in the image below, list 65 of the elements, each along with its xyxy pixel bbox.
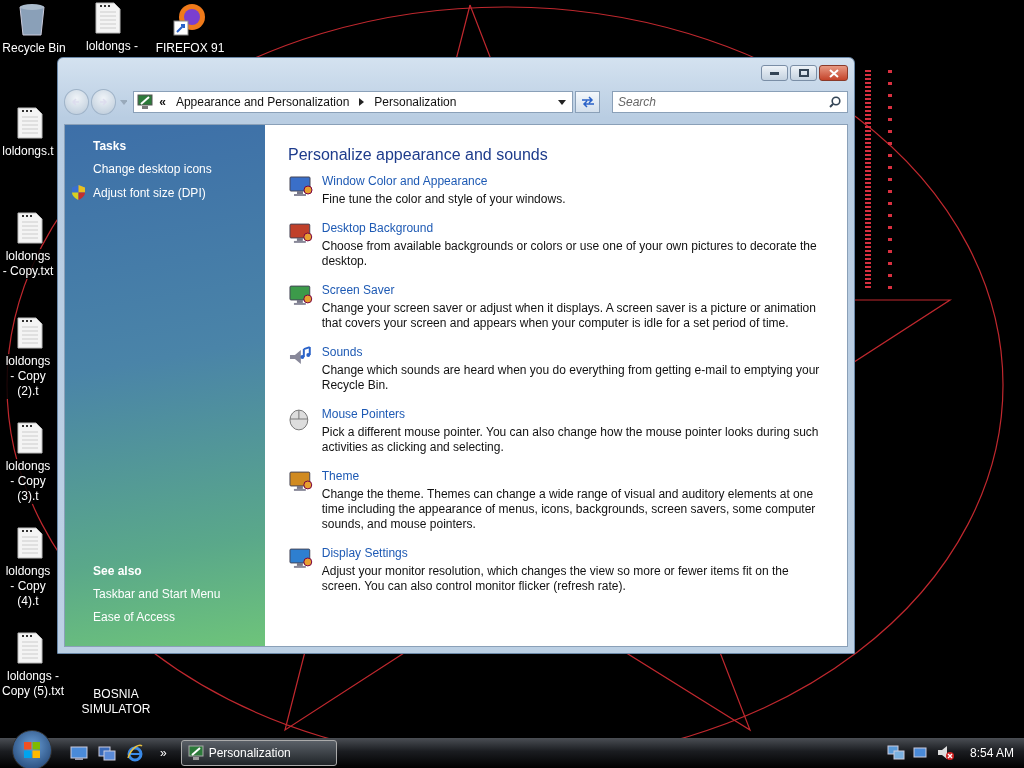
desktop-icon-label[interactable]: loldongs.t	[0, 144, 56, 159]
dropdown-caret-icon[interactable]	[558, 99, 567, 105]
browser-shortcut-icon[interactable]	[173, 2, 207, 36]
close-icon	[828, 68, 839, 78]
text-document-icon[interactable]	[17, 527, 43, 559]
text-document-icon[interactable]	[17, 317, 43, 349]
task-link[interactable]: Adjust font size (DPI)	[93, 185, 206, 200]
settings-description: Adjust your monitor resolution, which changes the view so more or fewer items fit on the screen. You can also control monitor flicker (refresh rate).	[321, 564, 790, 594]
monitor-icon[interactable]	[288, 546, 314, 570]
browser-icon[interactable]	[126, 744, 144, 762]
switch-windows-icon[interactable]	[98, 745, 116, 761]
forward-arrow-icon	[98, 97, 109, 107]
see-also-heading: See also	[92, 564, 143, 578]
recycle-bin-icon[interactable]	[17, 2, 47, 36]
text-document-icon[interactable]	[17, 422, 43, 454]
breadcrumb-overflow[interactable]: «	[159, 95, 166, 109]
text-document-icon[interactable]	[17, 212, 43, 244]
settings-description: Pick a different mouse pointer. You can also change how the mouse pointer looks during such activities as clicking and selecting.	[321, 425, 820, 455]
search-field[interactable]: Search	[612, 91, 848, 113]
task-pane-heading: Tasks	[92, 139, 128, 153]
desktop-icon-label[interactable]: loldongs - Copy.txt	[0, 249, 56, 279]
address-bar[interactable]: « Appearance and Personalization Personalization	[133, 91, 574, 113]
settings-link[interactable]: Display Settings	[321, 546, 831, 560]
back-arrow-icon	[71, 97, 82, 107]
clock[interactable]: 8:54 AM	[969, 746, 1014, 760]
network-computers-icon[interactable]	[886, 745, 905, 761]
breadcrumb[interactable]: Personalization	[374, 95, 457, 109]
show-desktop-icon[interactable]	[70, 745, 88, 761]
breadcrumb-separator-icon[interactable]	[359, 98, 365, 106]
shield-icon	[72, 185, 85, 200]
start-button[interactable]	[12, 730, 52, 768]
search-icon	[829, 96, 841, 108]
settings-description: Change which sounds are heard when you do everything from getting e-mail to emptying your Recycle Bin.	[321, 363, 821, 393]
settings-description: Fine tune the color and style of your windows.	[322, 192, 566, 207]
breadcrumb[interactable]: Appearance and Personalization	[175, 95, 350, 109]
text-document-icon[interactable]	[17, 632, 43, 664]
text-document-icon[interactable]	[95, 2, 121, 34]
desktop-icon-label[interactable]: loldongs - Copy (5).txt	[0, 669, 66, 699]
minimize-button[interactable]	[761, 65, 788, 81]
settings-link[interactable]: Sounds	[321, 345, 831, 359]
control-panel-monitor-icon	[137, 94, 154, 110]
control-panel-monitor-icon	[187, 745, 204, 761]
minimize-icon	[770, 71, 779, 75]
settings-link[interactable]: Window Color and Appearance	[322, 174, 566, 188]
muted-speaker-icon[interactable]	[936, 745, 955, 761]
settings-description: Choose from available backgrounds or colors or use one of your own pictures to decorate the desktop.	[321, 239, 818, 269]
refresh-arrows-icon	[580, 96, 595, 108]
task-link[interactable]: Change desktop icons	[93, 162, 212, 176]
settings-link[interactable]: Screen Saver	[321, 283, 831, 297]
text-document-icon[interactable]	[17, 107, 43, 139]
close-button[interactable]	[819, 65, 848, 81]
page-heading: Personalize appearance and sounds	[288, 146, 549, 164]
windows-logo-icon	[23, 741, 41, 759]
monitor-icon[interactable]	[288, 283, 314, 307]
settings-link[interactable]: Mouse Pointers	[321, 407, 831, 421]
settings-description: Change the theme. Themes can change a wide range of visual and auditory elements at one time including the appearance of menus, icons, backgrounds, screen savers, some computer sounds, and mouse pointers.	[321, 487, 817, 532]
taskbar-window-button[interactable]: Personalization	[180, 740, 337, 766]
settings-description: Change your screen saver or adjust when it displays. A screen saver is a picture or animation that covers your screen and appears when your computer is idle for a set period of time.	[321, 301, 817, 331]
quick-launch-more[interactable]: »	[160, 746, 167, 760]
refresh-button[interactable]	[575, 91, 600, 113]
settings-link[interactable]: Theme	[321, 469, 831, 483]
settings-link[interactable]: Desktop Background	[321, 221, 831, 235]
maximize-icon	[798, 69, 809, 77]
maximize-button[interactable]	[790, 65, 817, 81]
network-icon[interactable]	[912, 745, 929, 761]
